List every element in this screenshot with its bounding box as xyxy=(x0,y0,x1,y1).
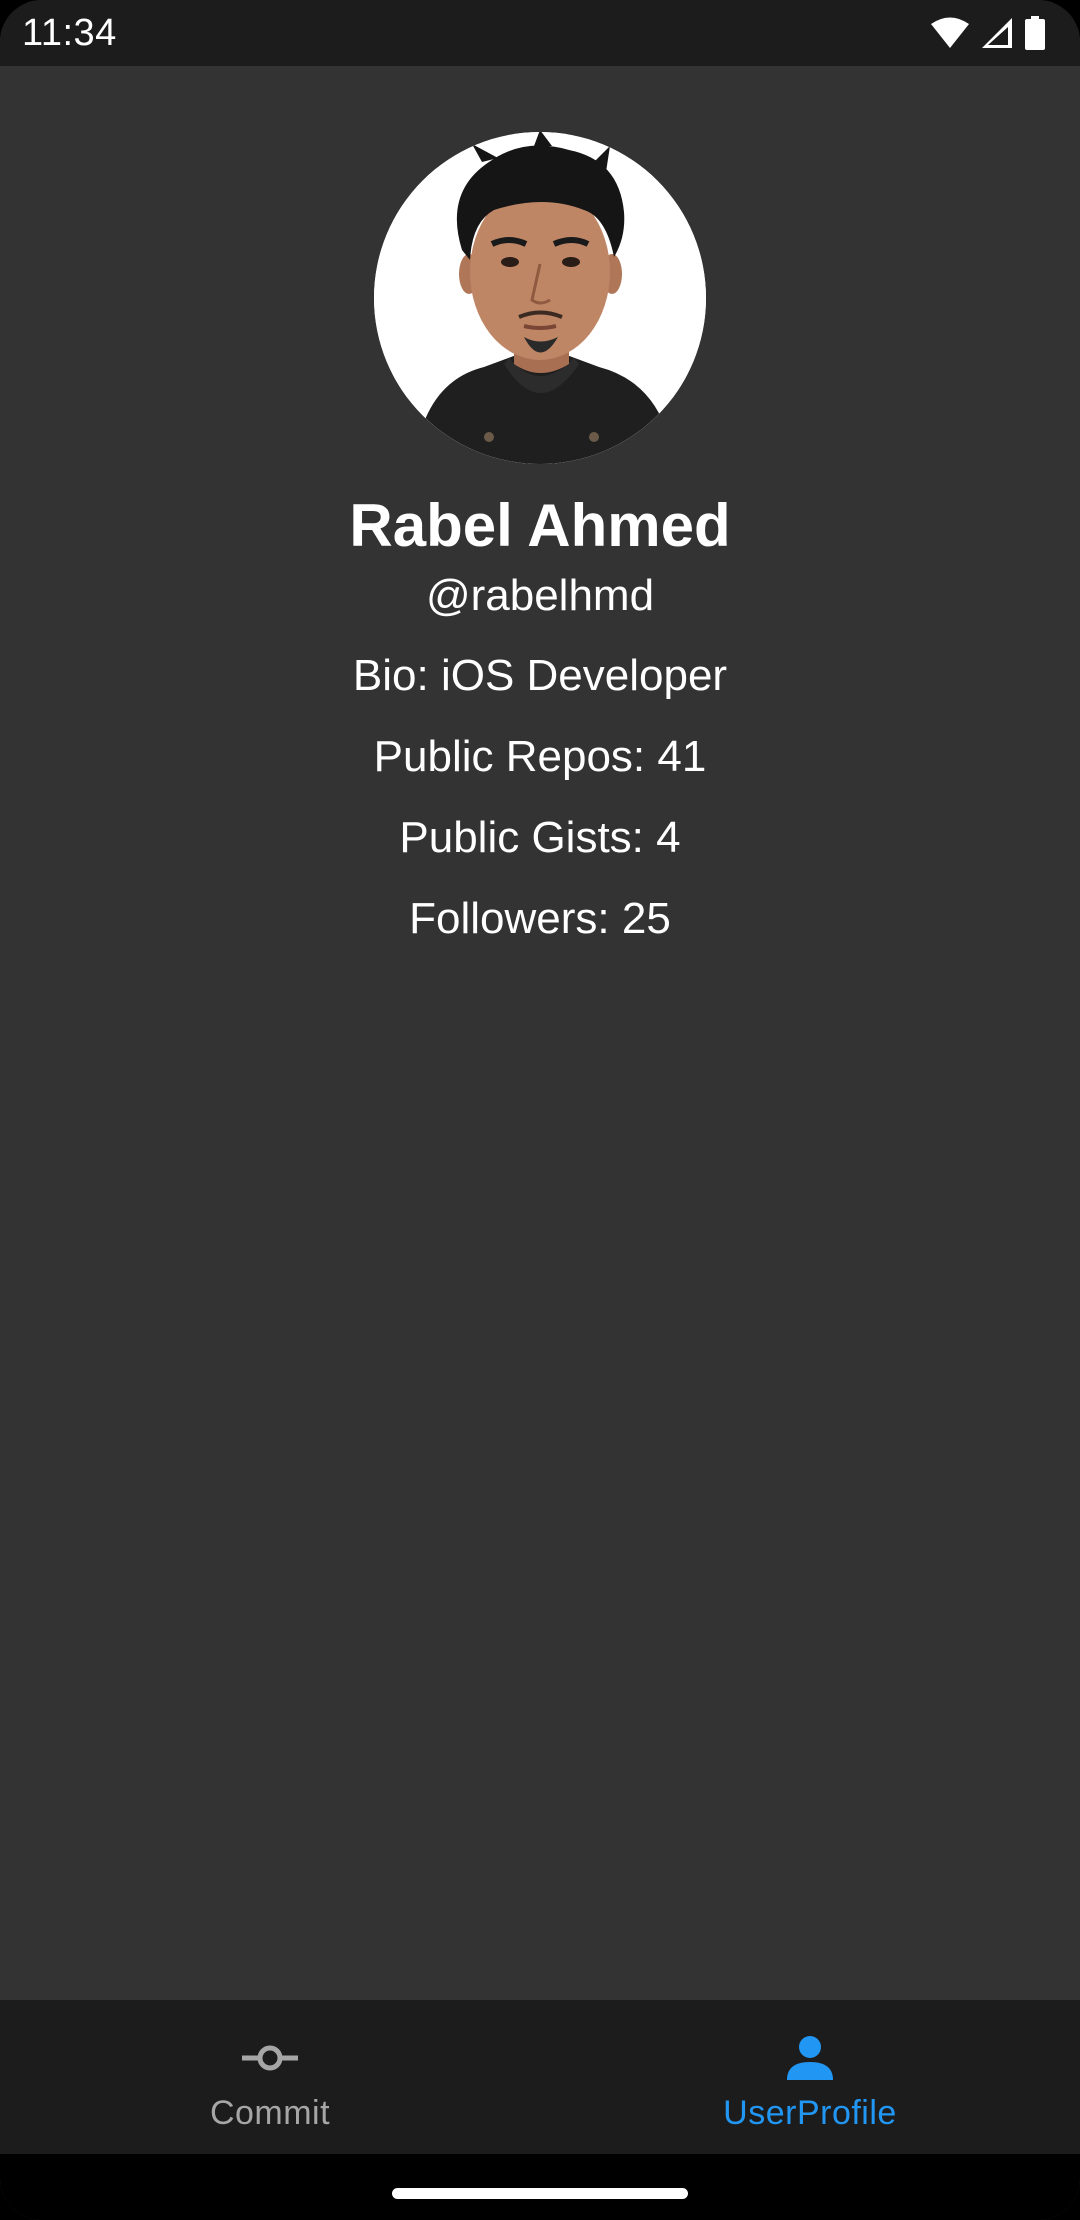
user-handle: @rabelhmd xyxy=(425,571,655,620)
cell-signal-icon xyxy=(980,17,1014,49)
wifi-icon xyxy=(930,17,970,49)
status-icons xyxy=(930,14,1046,52)
user-bio: Bio: iOS Developer xyxy=(352,651,728,700)
profile-photo xyxy=(374,132,706,464)
status-time: 11:34 xyxy=(22,12,117,54)
avatar xyxy=(374,132,706,464)
commit-icon xyxy=(240,2030,300,2086)
public-gists: Public Gists: 4 xyxy=(399,813,681,862)
user-name: Rabel Ahmed xyxy=(349,492,731,559)
followers-count: Followers: 25 xyxy=(409,894,671,943)
public-repos: Public Repos: 41 xyxy=(373,732,707,781)
nav-item-commit[interactable]: Commit xyxy=(0,2000,540,2154)
home-indicator[interactable] xyxy=(392,2188,688,2199)
bottom-navigation: Commit UserProfile xyxy=(0,2000,1080,2154)
nav-item-userprofile[interactable]: UserProfile xyxy=(540,2000,1080,2154)
battery-icon xyxy=(1024,16,1046,50)
app-screen: 11:34 Rabel Ahmed @rabelhmd Bio: iOS Dev… xyxy=(0,0,1080,2220)
person-icon xyxy=(785,2030,835,2086)
gesture-navigation-bar xyxy=(0,2154,1080,2220)
nav-label-userprofile: UserProfile xyxy=(723,2094,897,2132)
profile-content: Rabel Ahmed @rabelhmd Bio: iOS Developer… xyxy=(0,66,1080,2000)
status-bar: 11:34 xyxy=(0,0,1080,66)
nav-label-commit: Commit xyxy=(209,2094,331,2132)
